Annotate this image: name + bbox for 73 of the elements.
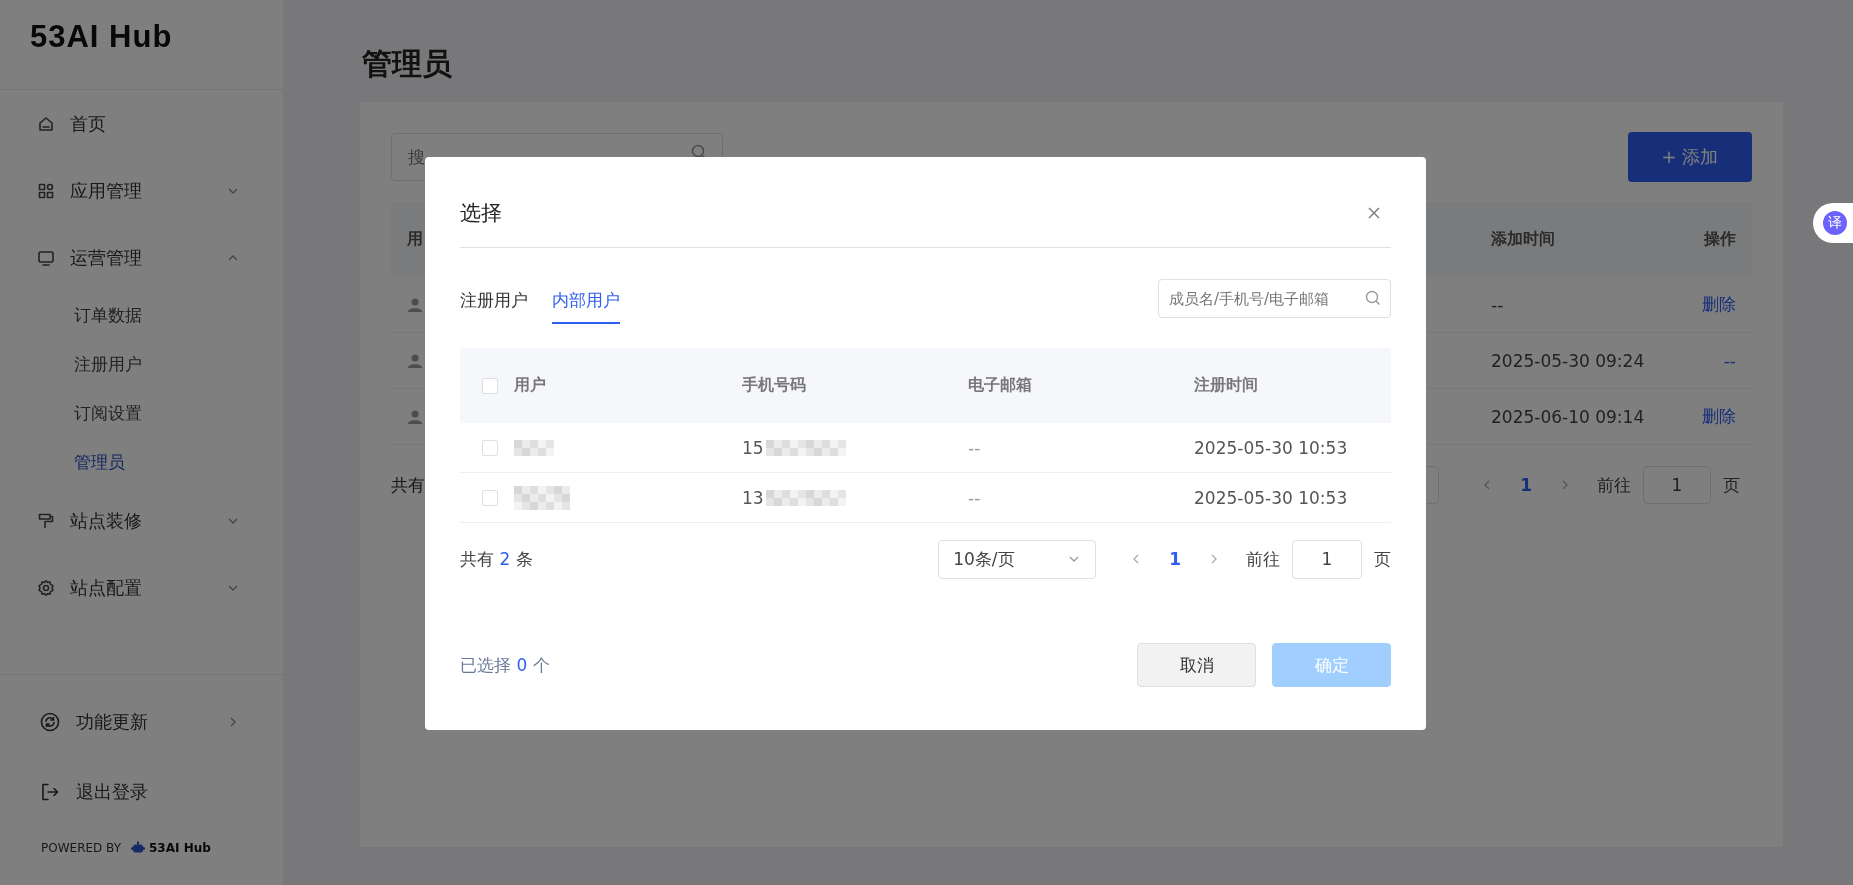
table-cell: 2025-05-30 10:53: [1194, 487, 1348, 508]
nav-item[interactable]: 应用管理: [0, 157, 283, 224]
logo-text: 53AI Hub: [30, 18, 173, 55]
pixelated-redaction-icon: [514, 439, 554, 456]
nav-item[interactable]: 运营管理: [0, 224, 283, 291]
delete-link[interactable]: 删除: [1702, 405, 1736, 428]
add-button[interactable]: + 添加: [1628, 132, 1752, 182]
nav-item[interactable]: 站点配置: [0, 554, 283, 621]
total-count: 共有 2 条: [460, 547, 533, 571]
page-size-select[interactable]: 10条/页: [938, 539, 1097, 579]
table-cell: 2025-06-10 09:14: [1475, 389, 1690, 445]
page-unit: 页: [1374, 547, 1391, 571]
pixelated-redaction-icon: [765, 439, 846, 456]
selected-count: 已选择 0 个: [460, 653, 550, 677]
search-icon: [691, 144, 707, 160]
search-icon: [1365, 290, 1381, 306]
robot-logo-icon: [131, 841, 145, 855]
table-cell: 2025-05-30 09:24: [1475, 333, 1690, 389]
goto-label: 前往: [1597, 473, 1631, 497]
home-icon: [37, 114, 55, 133]
cancel-button[interactable]: 取消: [1137, 643, 1256, 687]
pixelated-redaction-icon: [514, 485, 570, 510]
brand-text: 53AI Hub: [149, 841, 211, 855]
page-number[interactable]: 1: [1169, 549, 1181, 569]
table-cell: 2025-05-30 10:53: [1194, 437, 1348, 458]
table-cell: --: [1475, 277, 1690, 333]
column-header: 操作: [1690, 202, 1752, 277]
nav-subitem[interactable]: 订阅设置: [0, 389, 283, 438]
page-title: 管理员: [362, 45, 453, 83]
column-header: 添加时间: [1475, 202, 1690, 277]
user-icon: [407, 352, 423, 369]
user-icon: [407, 408, 423, 425]
page-input[interactable]: 1: [1643, 466, 1711, 504]
delete-link[interactable]: --: [1723, 350, 1736, 371]
table-cell: --: [968, 437, 981, 458]
checkbox[interactable]: [481, 489, 498, 506]
nav-item[interactable]: 功能更新: [0, 687, 283, 757]
checkbox[interactable]: [481, 377, 498, 394]
nav-item[interactable]: 站点装修: [0, 487, 283, 554]
column-header: 注册时间: [1194, 348, 1391, 423]
grid-icon: [37, 181, 55, 200]
page-unit: 页: [1723, 473, 1740, 497]
table-cell: 15: [742, 437, 764, 458]
pixelated-redaction-icon: [765, 489, 846, 506]
delete-link[interactable]: 删除: [1702, 293, 1736, 316]
paint-roller-icon: [37, 511, 55, 530]
page-number[interactable]: 1: [1520, 475, 1532, 495]
search-field[interactable]: 成员名/手机号/电子邮箱: [1158, 279, 1391, 318]
powered-by-text: POWERED BY: [41, 841, 121, 855]
goto-label: 前往: [1246, 547, 1280, 571]
table-cell: --: [968, 487, 981, 508]
tab[interactable]: 内部用户: [552, 279, 620, 324]
nav-subitem[interactable]: 管理员: [0, 438, 283, 487]
translate-button[interactable]: 译: [1813, 203, 1853, 243]
column-header: 电子邮箱: [968, 348, 1194, 423]
close-icon[interactable]: [1367, 206, 1381, 220]
nav-subitem[interactable]: 订单数据: [0, 291, 283, 340]
nav-subitem[interactable]: 注册用户: [0, 340, 283, 389]
logout-icon: [40, 782, 60, 802]
dialog-title: 选择: [460, 200, 502, 227]
column-header: 手机号码: [742, 348, 968, 423]
page-input[interactable]: 1: [1292, 539, 1362, 579]
refresh-icon: [40, 712, 60, 732]
monitor-icon: [37, 248, 55, 267]
user-icon: [407, 296, 423, 313]
column-header: 用户: [514, 348, 742, 423]
checkbox[interactable]: [481, 439, 498, 456]
nav-item[interactable]: 退出登录: [0, 757, 283, 827]
tab[interactable]: 注册用户: [460, 279, 528, 324]
nav-item[interactable]: 首页: [0, 90, 283, 157]
gear-icon: [37, 578, 55, 597]
table-cell: 13: [742, 487, 764, 508]
total-count: 共有: [391, 473, 425, 497]
